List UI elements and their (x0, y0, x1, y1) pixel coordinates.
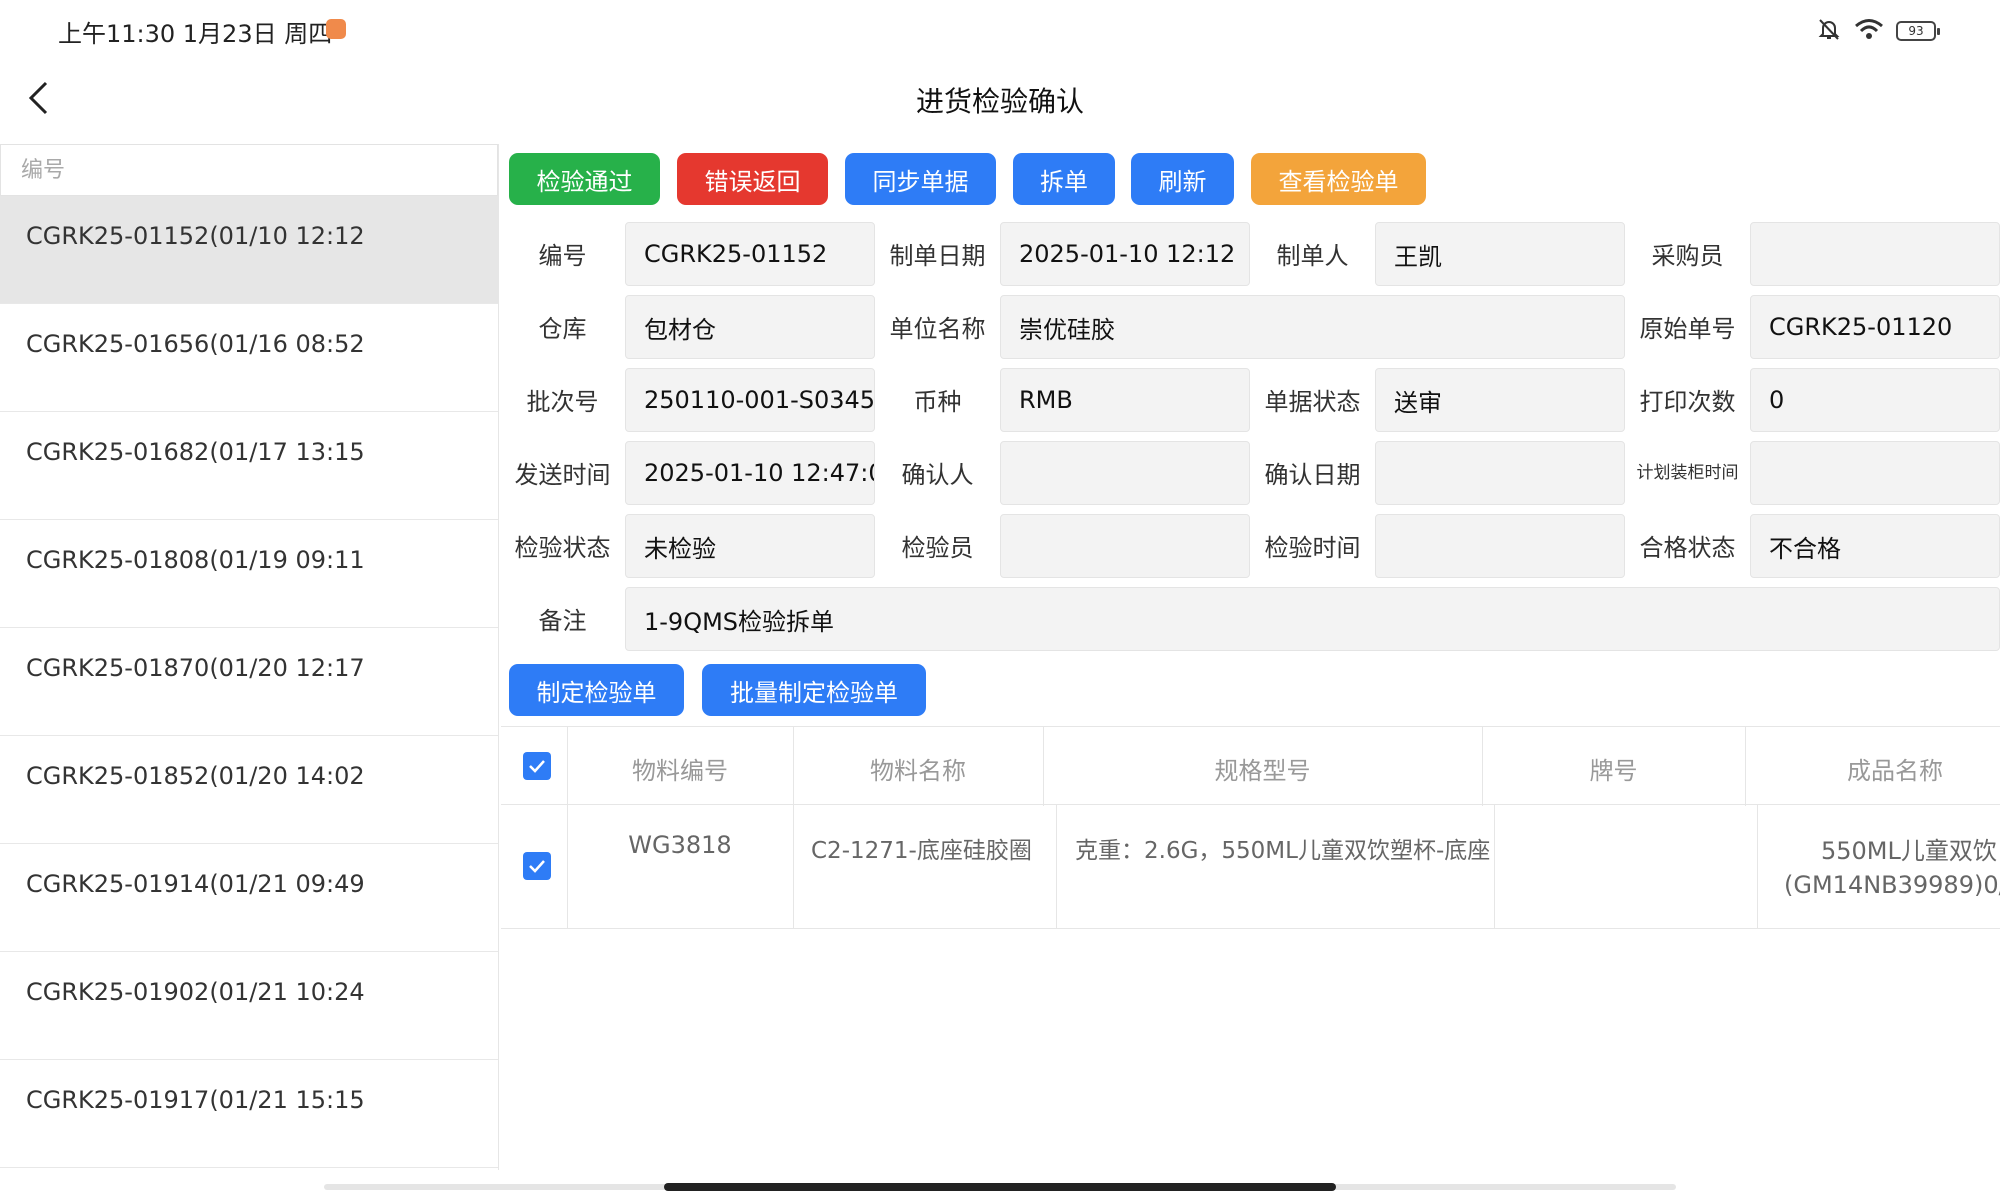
batch-field[interactable]: 250110-001-S0345 (625, 368, 875, 432)
plan-load-time-label: 计划装柜时间 (1636, 463, 1739, 483)
home-indicator[interactable] (664, 1183, 1336, 1191)
list-item[interactable]: CGRK25-01656(01/16 08:52 (0, 304, 498, 412)
status-time: 上午11:30 1月23日 周四 (58, 20, 333, 48)
send-time-label: 发送时间 (514, 461, 611, 489)
currency-field[interactable]: RMB (1000, 368, 1250, 432)
column-header-spec: 规格型号 (1214, 757, 1311, 785)
doc-status-field[interactable]: 送审 (1375, 368, 1625, 432)
original-no-field[interactable]: CGRK25-01120 (1750, 295, 2000, 359)
app-notification-icon (326, 19, 346, 39)
table-row[interactable]: WG3818 C2-1271-底座硅胶圈 克重：2.6G，550ML儿童双饮塑杯… (501, 805, 2000, 929)
list-item[interactable]: CGRK25-01152(01/10 12:12 (0, 196, 498, 304)
qualified-status-label: 合格状态 (1639, 534, 1736, 562)
batch-make-inspection-button[interactable]: 批量制定检验单 (702, 664, 926, 716)
refresh-button[interactable]: 刷新 (1131, 153, 1234, 205)
column-header-material-name: 物料名称 (870, 757, 966, 785)
maker-field[interactable]: 王凯 (1375, 222, 1625, 286)
detail-panel: 检验通过 错误返回 同步单据 拆单 刷新 查看检验单 编号 CGRK25-011… (500, 144, 2000, 1170)
buyer-field[interactable] (1750, 222, 2000, 286)
list-item[interactable]: CGRK25-01682(01/17 13:15 (0, 412, 498, 520)
remark-field[interactable]: 1-9QMS检验拆单 (625, 587, 2000, 651)
number-label: 编号 (538, 242, 587, 270)
buyer-label: 采购员 (1651, 242, 1724, 270)
cell-product-name-line2: (GM14NB39989)0/2 (1784, 871, 2000, 899)
error-return-button[interactable]: 错误返回 (677, 153, 828, 205)
pass-inspection-button[interactable]: 检验通过 (509, 153, 660, 205)
number-field[interactable]: CGRK25-01152 (625, 222, 875, 286)
plan-load-time-field[interactable] (1750, 441, 2000, 505)
unit-name-field[interactable]: 崇优硅胶 (1000, 295, 1625, 359)
check-icon (529, 860, 545, 873)
bell-muted-icon (1816, 16, 1842, 46)
cell-material-name: C2-1271-底座硅胶圈 (811, 838, 1032, 864)
list-item[interactable]: CGRK25-01808(01/19 09:11 (0, 520, 498, 628)
cell-spec: 克重：2.6G，550ML儿童双饮塑杯-底座 (1075, 838, 1491, 864)
made-date-label: 制单日期 (889, 242, 986, 270)
inspect-time-field[interactable] (1375, 514, 1625, 578)
warehouse-label: 仓库 (538, 315, 587, 343)
inspect-status-field[interactable]: 未检验 (625, 514, 875, 578)
make-inspection-button[interactable]: 制定检验单 (509, 664, 684, 716)
inspector-label: 检验员 (901, 534, 974, 562)
search-input[interactable] (0, 144, 498, 196)
batch-label: 批次号 (526, 388, 599, 416)
select-all-checkbox[interactable] (523, 752, 551, 780)
wifi-icon (1854, 17, 1884, 45)
confirm-date-label: 确认日期 (1264, 461, 1361, 489)
unit-name-label: 单位名称 (889, 315, 986, 343)
maker-label: 制单人 (1276, 242, 1349, 270)
qualified-status-field[interactable]: 不合格 (1750, 514, 2000, 578)
inspector-field[interactable] (1000, 514, 1250, 578)
inspect-status-label: 检验状态 (514, 534, 611, 562)
made-date-field[interactable]: 2025-01-10 12:12 (1000, 222, 1250, 286)
list-item[interactable]: CGRK25-01870(01/20 12:17 (0, 628, 498, 736)
print-count-field[interactable]: 0 (1750, 368, 2000, 432)
cell-material-code: WG3818 (628, 831, 732, 859)
battery-icon: 93 (1896, 21, 1940, 41)
remark-label: 备注 (538, 607, 587, 635)
list-item[interactable]: CGRK25-01852(01/20 14:02 (0, 736, 498, 844)
warehouse-field[interactable]: 包材仓 (625, 295, 875, 359)
send-time-field[interactable]: 2025-01-10 12:47:07 (625, 441, 875, 505)
row-checkbox[interactable] (523, 852, 551, 880)
sync-document-button[interactable]: 同步单据 (845, 153, 996, 205)
list-item[interactable]: CGRK25-01902(01/21 10:24 (0, 952, 498, 1060)
column-header-product-name: 成品名称 (1847, 757, 1943, 785)
check-icon (529, 760, 545, 773)
page-title: 进货检验确认 (915, 85, 1084, 118)
doc-status-label: 单据状态 (1264, 388, 1361, 416)
list-item[interactable]: CGRK25-01914(01/21 09:49 (0, 844, 498, 952)
column-header-material-code: 物料编号 (632, 757, 728, 785)
confirm-date-field[interactable] (1375, 441, 1625, 505)
confirmer-field[interactable] (1000, 441, 1250, 505)
currency-label: 币种 (913, 388, 962, 416)
record-list-panel: CGRK25-01152(01/10 12:12 CGRK25-01656(01… (0, 144, 499, 1170)
table-header-row: 物料编号 物料名称 规格型号 牌号 成品名称 (501, 726, 2000, 806)
print-count-label: 打印次数 (1639, 388, 1736, 416)
column-header-brand: 牌号 (1589, 757, 1638, 785)
inspect-time-label: 检验时间 (1264, 534, 1361, 562)
split-document-button[interactable]: 拆单 (1013, 153, 1115, 205)
list-item[interactable]: CGRK25-01917(01/21 15:15 (0, 1060, 498, 1168)
view-inspection-button[interactable]: 查看检验单 (1251, 153, 1426, 205)
confirmer-label: 确认人 (901, 461, 974, 489)
cell-product-name-line1: 550ML儿童双饮 (1821, 837, 1997, 865)
original-no-label: 原始单号 (1639, 315, 1736, 343)
status-icons: 93 (1816, 16, 1940, 46)
